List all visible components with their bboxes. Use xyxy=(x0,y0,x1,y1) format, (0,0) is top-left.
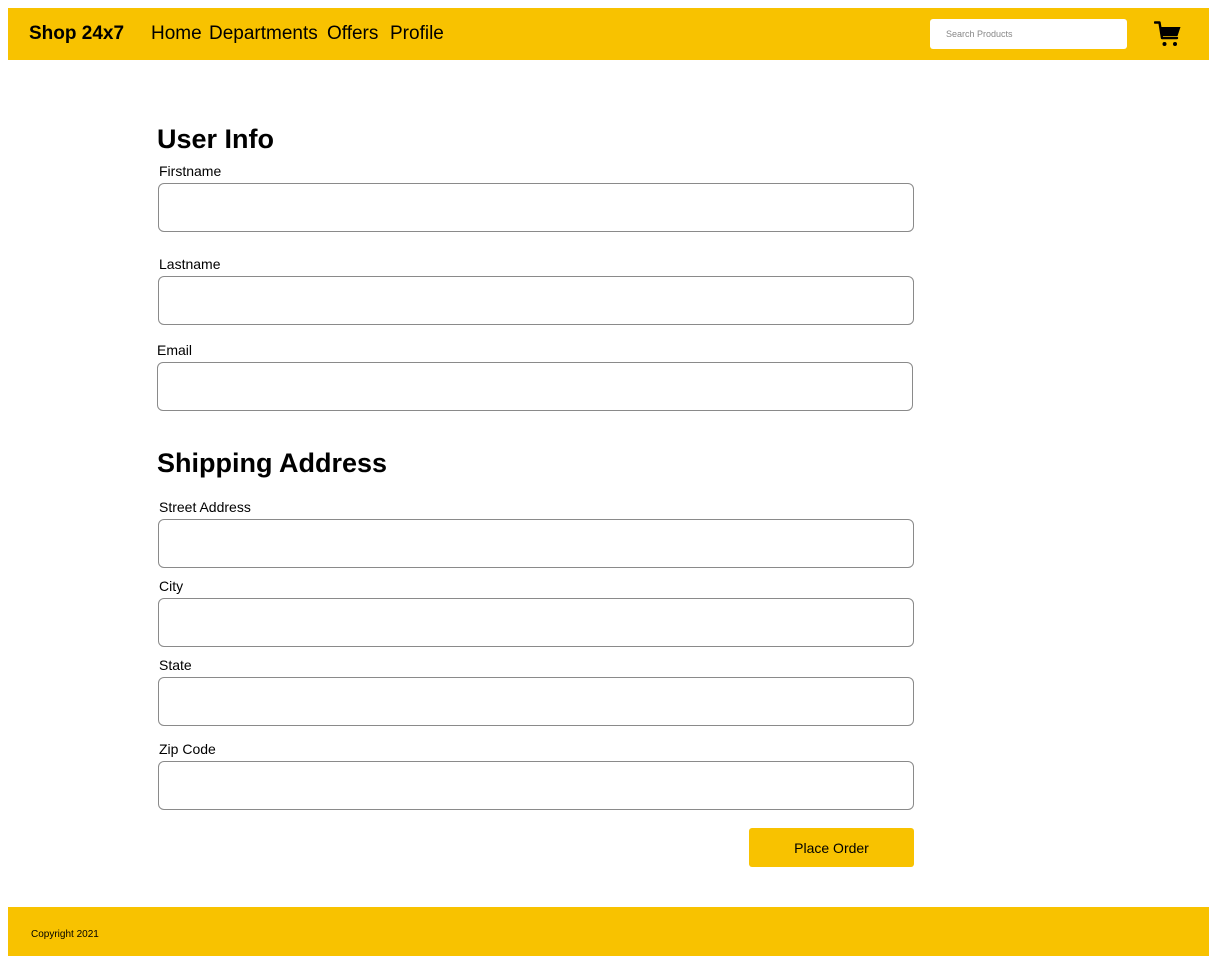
user-info-heading: User Info xyxy=(157,124,275,154)
state-input[interactable] xyxy=(158,677,914,726)
brand-logo[interactable]: Shop 24x7 xyxy=(29,22,124,46)
nav-profile-link[interactable]: Profile xyxy=(390,22,444,46)
street-address-label: Street Address xyxy=(159,499,251,515)
state-label: State xyxy=(159,657,192,673)
search-products-input[interactable] xyxy=(930,19,1127,49)
shipping-address-heading: Shipping Address xyxy=(157,448,388,478)
email-input[interactable] xyxy=(157,362,913,411)
city-input[interactable] xyxy=(158,598,914,647)
firstname-input[interactable] xyxy=(158,183,914,232)
street-address-input[interactable] xyxy=(158,519,914,568)
top-navigation-bar: Shop 24x7 Home Departments Offers Profil… xyxy=(8,8,1209,60)
city-label: City xyxy=(159,578,184,594)
email-label: Email xyxy=(157,342,193,358)
nav-offers-link[interactable]: Offers xyxy=(327,22,378,46)
place-order-button[interactable]: Place Order xyxy=(749,828,914,867)
cart-button[interactable] xyxy=(1153,20,1182,48)
lastname-label: Lastname xyxy=(159,256,221,272)
lastname-input[interactable] xyxy=(158,276,914,325)
zip-code-label: Zip Code xyxy=(159,741,216,757)
firstname-label: Firstname xyxy=(159,163,222,179)
footer-bar: Copyright 2021 xyxy=(8,907,1209,956)
nav-home-link[interactable]: Home xyxy=(151,22,202,46)
nav-departments-link[interactable]: Departments xyxy=(209,22,318,46)
copyright-text: Copyright 2021 xyxy=(31,929,99,940)
zip-code-input[interactable] xyxy=(158,761,914,810)
cart-icon xyxy=(1153,21,1181,46)
